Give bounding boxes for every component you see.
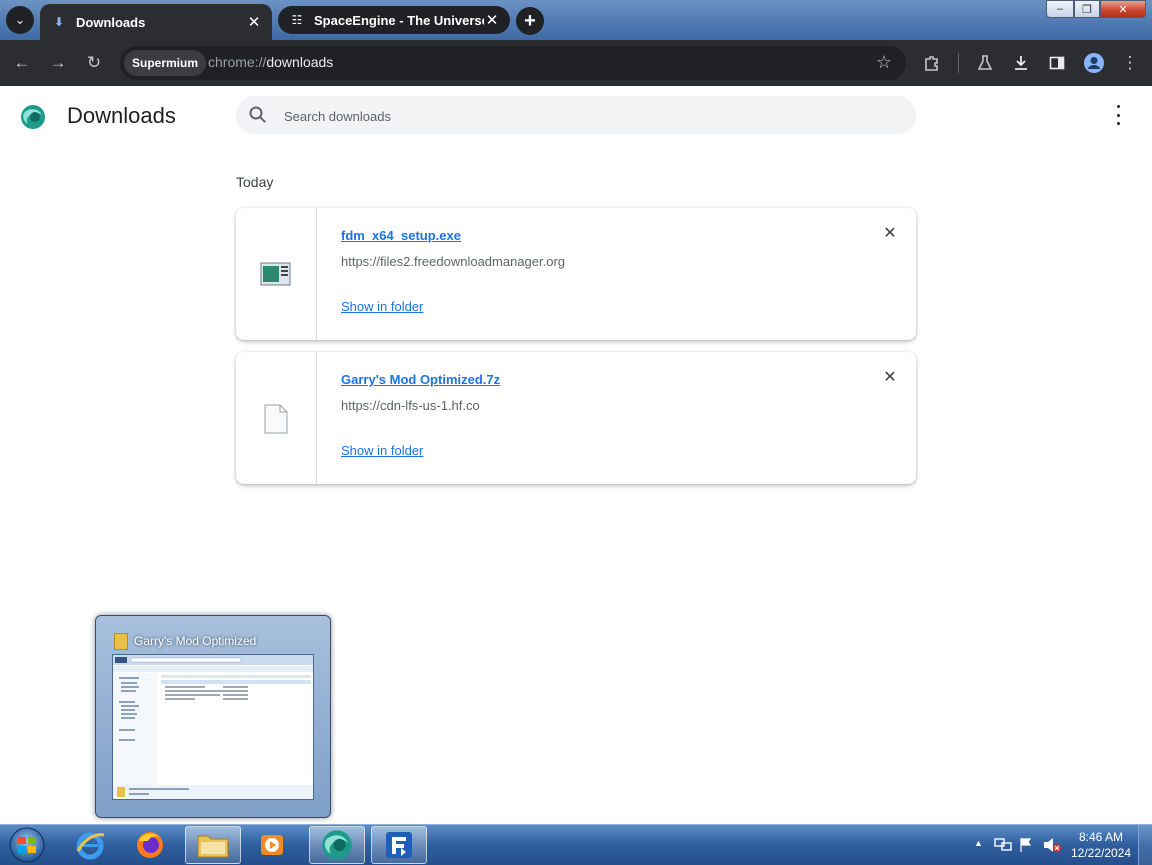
remove-download-close-icon[interactable]: ✕ [882, 370, 898, 386]
plus-icon: + [524, 9, 536, 32]
tab-label: Downloads [76, 14, 146, 30]
tab-label: SpaceEngine - The Universe Si [314, 12, 484, 28]
start-button-windows-icon[interactable] [4, 826, 50, 864]
folder-icon [114, 633, 128, 650]
action-center-flag-icon[interactable] [1018, 837, 1034, 853]
search-input[interactable] [282, 104, 886, 128]
media-player-icon [261, 835, 283, 855]
file-icon-column [236, 352, 317, 484]
download-item: fdm_x64_setup.exe https://files2.freedow… [236, 208, 916, 340]
url-host: downloads [266, 54, 334, 70]
downloads-icon[interactable] [1008, 50, 1034, 76]
toolbar-divider [958, 53, 959, 73]
browser-toolbar: ← → ↻ Supermium chrome://downloads ☆ ⋮ [0, 40, 1152, 86]
window-controls: – ❐ ✕ [1046, 0, 1146, 18]
side-panel-icon[interactable] [1044, 50, 1070, 76]
file-icon-column [236, 208, 317, 340]
tab-downloads[interactable]: ⬇ Downloads ✕ [40, 4, 272, 40]
chevron-down-icon: ⌄ [14, 12, 26, 27]
new-tab-button[interactable]: + [516, 7, 544, 35]
close-icon[interactable]: ✕ [246, 13, 262, 31]
tab-search-button[interactable]: ⌄ [6, 6, 34, 34]
spaceengine-icon: ☷ [291, 13, 303, 27]
preview-title: Garry's Mod Optimized [134, 634, 257, 648]
network-icon[interactable] [994, 837, 1012, 853]
menu-kebab-icon[interactable]: ⋮ [1117, 50, 1143, 76]
supermium-logo-icon [21, 105, 45, 129]
download-filename-link[interactable]: Garry's Mod Optimized.7z [341, 372, 500, 387]
free-download-manager-taskbar-button[interactable] [371, 826, 427, 864]
search-icon [249, 106, 266, 123]
free-download-manager-icon [386, 832, 412, 858]
media-player-taskbar-button[interactable] [244, 826, 300, 864]
page-menu-kebab-icon[interactable] [1108, 105, 1128, 125]
show-in-folder-link[interactable]: Show in folder [341, 299, 423, 314]
download-source-url[interactable]: https://files2.freedownloadmanager.org [341, 254, 565, 269]
back-icon[interactable]: ← [9, 50, 35, 76]
folder-icon [197, 835, 229, 858]
clock[interactable]: 8:46 AM 12/22/2024 [1066, 829, 1136, 861]
firefox-taskbar-button[interactable] [122, 826, 178, 864]
firefox-icon [137, 832, 163, 858]
installer-file-icon [260, 262, 291, 286]
url-scheme: chrome:// [208, 54, 267, 70]
profile-avatar-icon[interactable] [1081, 50, 1107, 76]
show-desktop-button[interactable] [1138, 825, 1152, 865]
explorer-window-preview[interactable]: Garry's Mod Optimized [95, 615, 331, 818]
show-hidden-icons-chevron-icon[interactable]: ▲ [974, 838, 983, 848]
supermium-icon [322, 830, 352, 860]
minimize-button[interactable]: – [1046, 0, 1074, 18]
forward-icon[interactable]: → [45, 50, 71, 76]
close-window-button[interactable]: ✕ [1100, 0, 1146, 18]
volume-muted-icon[interactable] [1042, 837, 1062, 853]
clock-time: 8:46 AM [1078, 830, 1124, 844]
close-icon[interactable]: ✕ [484, 11, 500, 29]
internet-explorer-icon [76, 832, 105, 860]
supermium-taskbar-button[interactable] [309, 826, 365, 864]
taskbar: ▲ 8:46 AM 12/22/2024 [0, 824, 1152, 865]
download-item: Garry's Mod Optimized.7z https://cdn-lfs… [236, 352, 916, 484]
show-in-folder-link[interactable]: Show in folder [341, 443, 423, 458]
file-explorer-taskbar-button[interactable] [185, 826, 241, 864]
search-downloads-box[interactable] [236, 96, 916, 134]
tab-strip: ⌄ ⬇ Downloads ✕ ☷ SpaceEngine - The Univ… [0, 0, 1152, 40]
page-title: Downloads [67, 103, 176, 128]
url-text[interactable]: chrome://downloads [208, 54, 333, 70]
extensions-icon[interactable] [919, 50, 945, 76]
maximize-button[interactable]: ❐ [1074, 0, 1100, 18]
tab-spaceengine[interactable]: ☷ SpaceEngine - The Universe Si ✕ [278, 6, 510, 34]
clock-date: 12/22/2024 [1070, 846, 1132, 860]
reload-icon[interactable]: ↻ [81, 50, 107, 76]
download-filename-link[interactable]: fdm_x64_setup.exe [341, 228, 461, 243]
labs-flask-icon[interactable] [972, 50, 998, 76]
generic-file-icon [264, 404, 288, 434]
address-bar[interactable]: Supermium chrome://downloads ☆ [120, 46, 906, 80]
download-source-url[interactable]: https://cdn-lfs-us-1.hf.co [341, 398, 480, 413]
date-section-label: Today [236, 174, 274, 190]
internet-explorer-taskbar-button[interactable] [62, 826, 118, 864]
remove-download-close-icon[interactable]: ✕ [882, 226, 898, 242]
download-icon: ⬇ [53, 15, 65, 29]
profile-chip[interactable]: Supermium [124, 50, 207, 76]
preview-screenshot [112, 654, 314, 800]
bookmark-star-icon[interactable]: ☆ [876, 52, 892, 73]
